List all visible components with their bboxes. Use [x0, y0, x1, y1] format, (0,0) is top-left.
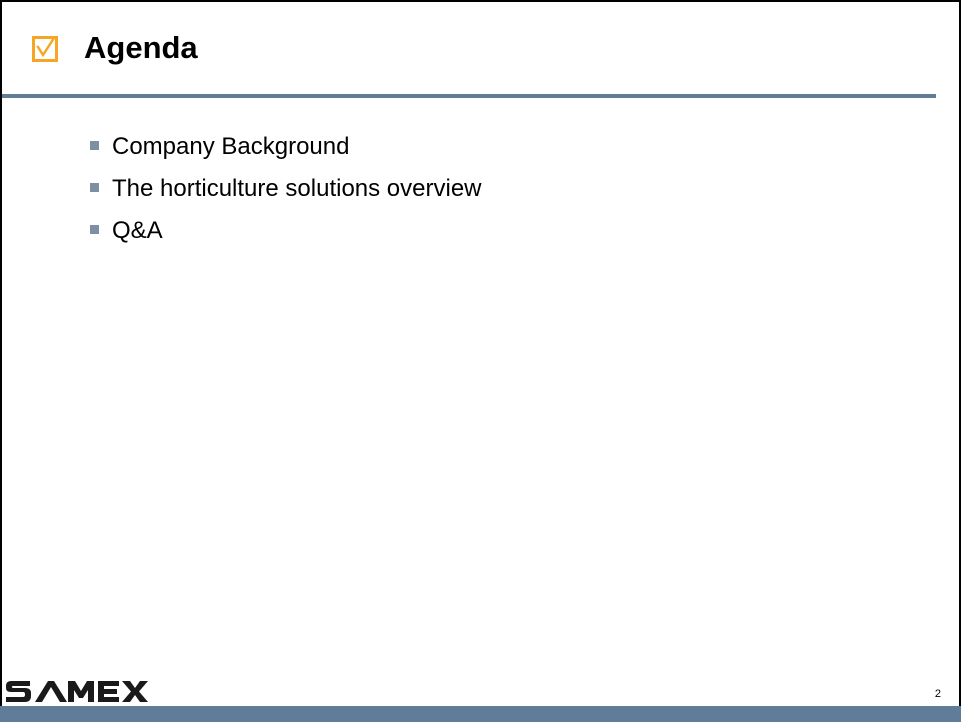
square-bullet-icon [90, 141, 99, 150]
page-number: 2 [934, 688, 941, 700]
list-item-text: Q&A [112, 217, 163, 244]
agenda-list: Company Background The horticulture solu… [90, 126, 482, 252]
list-item-text: Company Background [112, 133, 350, 160]
list-item: Q&A [90, 210, 482, 252]
slide: Agenda Company Background The horticultu… [0, 0, 961, 722]
list-item: The horticulture solutions overview [90, 168, 482, 210]
samex-logo [4, 678, 164, 704]
list-item: Company Background [90, 126, 482, 168]
title-divider [2, 94, 936, 98]
page-title: Agenda [84, 30, 198, 65]
square-bullet-icon [90, 183, 99, 192]
footer-bar [0, 706, 961, 722]
checkbox-checked-icon [32, 36, 58, 62]
square-bullet-icon [90, 225, 99, 234]
list-item-text: The horticulture solutions overview [112, 175, 482, 202]
